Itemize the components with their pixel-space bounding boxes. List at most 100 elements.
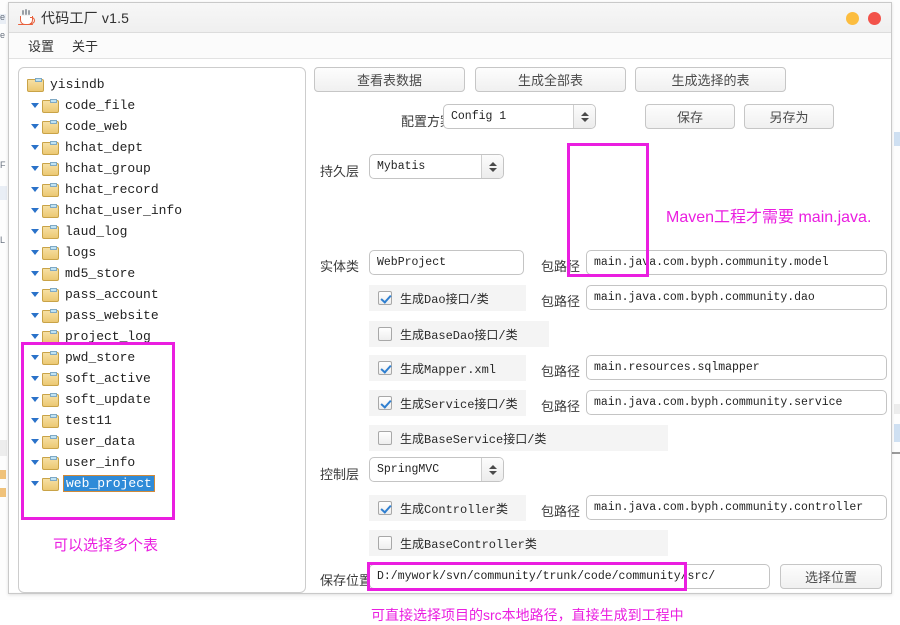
background-fragment (894, 424, 900, 442)
persistence-layer-select[interactable]: Mybatis (369, 154, 504, 179)
folder-icon (42, 371, 59, 386)
expand-collapse-icon[interactable] (27, 145, 42, 150)
expand-collapse-icon[interactable] (27, 313, 42, 318)
generate-controller-row[interactable]: 生成Controller类 (369, 495, 526, 521)
generate-base-service-row[interactable]: 生成BaseService接口/类 (369, 425, 668, 451)
annotation-multi-select-note: 可以选择多个表 (53, 537, 159, 554)
tree-item[interactable]: pwd_store (19, 347, 305, 368)
menu-item-settings[interactable]: 设置 (19, 34, 63, 57)
choose-location-button[interactable]: 选择位置 (780, 564, 882, 589)
tree-item[interactable]: soft_update (19, 389, 305, 410)
expand-collapse-icon[interactable] (27, 397, 42, 402)
generate-mapper-checkbox[interactable] (378, 361, 392, 375)
generate-base-controller-checkbox[interactable] (378, 536, 392, 550)
background-fragment: L (0, 235, 6, 245)
generate-base-controller-label: 生成BaseController类 (400, 537, 537, 552)
expand-collapse-icon[interactable] (27, 355, 42, 360)
config-scheme-select[interactable]: Config 1 (443, 104, 596, 129)
tree-item-label: hchat_dept (65, 140, 144, 155)
generate-dao-label: 生成Dao接口/类 (400, 292, 489, 307)
tree-root-node[interactable]: yisindb (19, 74, 305, 95)
generate-mapper-row[interactable]: 生成Mapper.xml (369, 355, 526, 381)
entity-class-input[interactable]: WebProject (369, 250, 524, 275)
tree-item[interactable]: pass_account (19, 284, 305, 305)
generate-all-tables-button[interactable]: 生成全部表 (475, 67, 626, 92)
tree-item[interactable]: soft_active (19, 368, 305, 389)
chevron-updown-icon[interactable] (481, 155, 503, 178)
tree-item[interactable]: web_project (19, 473, 305, 494)
tree-item-label: pwd_store (65, 350, 136, 365)
tree-item[interactable]: user_info (19, 452, 305, 473)
dao-package-input[interactable]: main.java.com.byph.community.dao (586, 285, 887, 310)
view-table-data-button[interactable]: 查看表数据 (314, 67, 465, 92)
persistence-layer-label: 持久层 (320, 164, 360, 179)
generate-base-dao-checkbox[interactable] (378, 327, 392, 341)
save-config-as-button[interactable]: 另存为 (744, 104, 834, 129)
tree-item[interactable]: hchat_record (19, 179, 305, 200)
folder-icon (42, 98, 59, 113)
generate-dao-row[interactable]: 生成Dao接口/类 (369, 285, 526, 311)
entity-package-path-label: 包路径 (541, 259, 581, 274)
expand-collapse-icon[interactable] (27, 271, 42, 276)
expand-collapse-icon[interactable] (27, 250, 42, 255)
expand-collapse-icon[interactable] (27, 229, 42, 234)
chevron-updown-icon[interactable] (481, 458, 503, 481)
menu-item-about[interactable]: 关于 (63, 34, 107, 57)
generate-base-controller-row[interactable]: 生成BaseController类 (369, 530, 668, 556)
close-button[interactable] (868, 12, 881, 25)
expand-collapse-icon[interactable] (27, 124, 42, 129)
save-location-input[interactable]: D:/mywork/svn/community/trunk/code/commu… (369, 564, 770, 589)
expand-collapse-icon[interactable] (27, 292, 42, 297)
generate-dao-checkbox[interactable] (378, 291, 392, 305)
minimize-button[interactable] (846, 12, 859, 25)
control-layer-select[interactable]: SpringMVC (369, 457, 504, 482)
tree-item[interactable]: hchat_group (19, 158, 305, 179)
expand-collapse-icon[interactable] (27, 439, 42, 444)
tree-item[interactable]: logs (19, 242, 305, 263)
expand-collapse-icon[interactable] (27, 460, 42, 465)
folder-icon (42, 455, 59, 470)
tree-item[interactable]: code_file (19, 95, 305, 116)
config-scheme-value: Config 1 (451, 110, 507, 123)
expand-collapse-icon[interactable] (27, 187, 42, 192)
generate-selected-tables-button[interactable]: 生成选择的表 (635, 67, 786, 92)
expand-collapse-icon[interactable] (27, 166, 42, 171)
generate-base-service-checkbox[interactable] (378, 431, 392, 445)
tree-item-label: user_info (65, 455, 136, 470)
tree-item[interactable]: project_log (19, 326, 305, 347)
chevron-updown-icon[interactable] (573, 105, 595, 128)
generate-service-row[interactable]: 生成Service接口/类 (369, 390, 526, 416)
expand-collapse-icon[interactable] (27, 208, 42, 213)
expand-collapse-icon[interactable] (27, 418, 42, 423)
tree-item-label: hchat_record (65, 182, 159, 197)
window-title: 代码工厂 v1.5 (41, 9, 130, 26)
expand-collapse-icon[interactable] (27, 376, 42, 381)
entity-package-input[interactable]: main.java.com.byph.community.model (586, 250, 887, 275)
service-package-input[interactable]: main.java.com.byph.community.service (586, 390, 887, 415)
tree-item[interactable]: hchat_dept (19, 137, 305, 158)
persistence-layer-value: Mybatis (377, 160, 426, 173)
generate-service-checkbox[interactable] (378, 396, 392, 410)
save-config-button[interactable]: 保存 (645, 104, 735, 129)
tree-item[interactable]: code_web (19, 116, 305, 137)
coffee-cup-icon (17, 8, 35, 27)
generate-service-label: 生成Service接口/类 (400, 397, 518, 412)
generate-controller-checkbox[interactable] (378, 501, 392, 515)
tree-item[interactable]: user_data (19, 431, 305, 452)
table-tree-panel[interactable]: yisindb code_file code_web hchat_depthchat… (18, 67, 306, 593)
tree-item[interactable]: laud_log (19, 221, 305, 242)
tree-item[interactable]: md5_store (19, 263, 305, 284)
controller-package-input[interactable]: main.java.com.byph.community.controller (586, 495, 887, 520)
tree-item[interactable]: test11 (19, 410, 305, 431)
generate-base-dao-label: 生成BaseDao接口/类 (400, 328, 518, 343)
tree-item[interactable]: pass_website (19, 305, 305, 326)
expand-collapse-icon[interactable] (27, 103, 42, 108)
folder-icon (42, 266, 59, 281)
expand-collapse-icon[interactable] (27, 334, 42, 339)
expand-collapse-icon[interactable] (27, 481, 42, 486)
tree-item[interactable]: hchat_user_info (19, 200, 305, 221)
folder-icon (42, 203, 59, 218)
mapper-package-input[interactable]: main.resources.sqlmapper (586, 355, 887, 380)
folder-icon (27, 77, 44, 92)
generate-base-dao-row[interactable]: 生成BaseDao接口/类 (369, 321, 549, 347)
